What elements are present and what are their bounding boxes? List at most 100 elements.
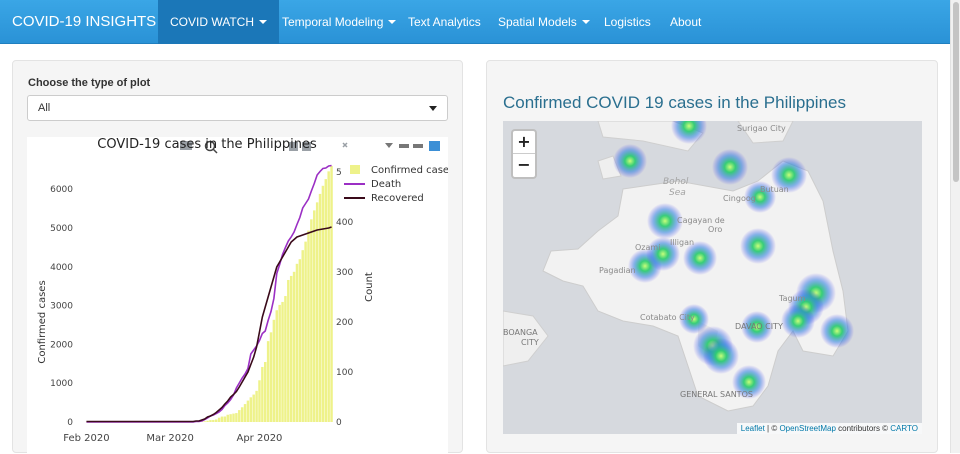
zoom-out-button[interactable]: − [513,154,535,177]
zoom-in-button[interactable]: + [513,131,535,154]
y-tick-label: 6000 [50,185,73,195]
confirmed-bar [322,186,324,422]
nav-about-label: About [670,15,701,29]
confirmed-bar [278,305,280,422]
hover-compare-icon[interactable] [413,144,423,148]
plot-panel: Choose the type of plot All COVID-19 cas… [12,60,463,453]
plot-type-label: Choose the type of plot [28,77,150,89]
y-tick-label: 0 [67,418,73,428]
y2-axis-label: Count [364,272,375,302]
y2-tick-label: 300 [336,268,353,278]
confirmed-bar [252,395,254,422]
autoscale-icon[interactable] [343,143,347,147]
confirmed-bar [212,420,214,422]
y-axis-label: Confirmed cases [37,280,48,363]
confirmed-bar [290,276,292,422]
confirmed-bar [293,272,295,422]
confirmed-bar [244,404,246,422]
confirmed-bar [261,367,263,422]
x-tick-label: Feb 2020 [63,433,109,444]
map-label-cagayan: Cagayan de [677,216,725,225]
plotly-logo-icon[interactable] [429,141,440,151]
confirmed-bar [241,407,243,422]
page-scrollbar[interactable] [950,0,960,453]
legend-swatch-confirmed [350,165,360,174]
nav-covid-watch[interactable]: COVID WATCH [158,0,279,44]
y-tick-label: 4000 [50,263,73,273]
confirmed-bar [276,310,278,422]
plot-type-select[interactable]: All [27,95,448,121]
nav-logistics[interactable]: Logistics [592,0,663,44]
map-label-bohol: Bohol [663,177,689,187]
y2-tick-label: 5 [336,168,342,178]
confirmed-bar [209,420,211,422]
nav-about[interactable]: About [658,0,713,44]
confirmed-bar [316,202,318,422]
y2-tick-label: 100 [336,368,353,378]
confirmed-bar [235,413,237,422]
confirmed-bar [325,179,327,422]
map-label-gensan: GENERAL SANTOS [680,390,753,399]
chart-legend: Confirmed cases Death Recovered [344,165,448,204]
confirmed-bar [296,264,298,422]
confirmed-bar [301,250,303,422]
osm-link[interactable]: OpenStreetMap [779,424,835,433]
leaflet-link[interactable]: Leaflet [741,424,765,433]
legend-death[interactable]: Death [371,179,401,190]
map-label-iligan: Illigan [670,238,694,247]
confirmed-bar [238,410,240,422]
confirmed-bar [258,380,260,422]
heatmap-map[interactable]: Surigao City Bohol Sea Butuan Cingoog Ca… [503,121,922,434]
confirmed-bar [206,421,208,422]
confirmed-bar [319,194,321,422]
confirmed-bar [287,280,289,422]
map-label-sea: Sea [669,188,686,198]
spike-lines-icon[interactable] [399,144,409,148]
cases-chart-svg: COVID-19 cases in the Philippines Confir… [27,137,448,454]
dropdown-caret-icon [429,106,437,111]
confirmed-bar [270,332,272,422]
confirmed-bar [327,171,329,422]
scrollbar-thumb[interactable] [953,2,959,182]
nav-temporal-modeling-label: Temporal Modeling [282,15,383,29]
map-label-cingoog: Cingoog [723,194,756,203]
confirmed-bar [218,418,220,422]
legend-recovered[interactable]: Recovered [371,193,424,204]
confirmed-bar [299,259,301,422]
confirmed-bar [330,166,332,422]
confirmed-bar [264,362,266,422]
confirmed-bar [229,414,231,422]
nav-covid-watch-label: COVID WATCH [170,15,254,29]
nav-logistics-label: Logistics [604,15,651,29]
x-tick-label: Apr 2020 [236,433,282,444]
caret-down-icon [259,20,267,24]
nav-temporal-modeling[interactable]: Temporal Modeling [270,0,408,44]
map-label-tagum: Tagum [778,294,806,303]
map-zoom-control: + − [511,129,537,179]
map-label-ozamiz: Ozami [635,243,660,252]
y-tick-label: 5000 [50,224,73,234]
map-svg: Surigao City Bohol Sea Butuan Cingoog Ca… [503,121,922,434]
confirmed-bar [250,397,252,422]
confirmed-bar [203,421,205,422]
confirmed-bar [255,391,257,422]
carto-link[interactable]: CARTO [890,424,918,433]
y-tick-label: 1000 [50,379,73,389]
attribution-middle: contributors © [836,424,890,433]
x-tick-label: Mar 2020 [146,433,194,444]
confirmed-bar [215,420,217,422]
legend-confirmed[interactable]: Confirmed cases [371,165,448,176]
app-brand[interactable]: COVID-19 INSIGHTS [12,13,156,30]
map-title: Confirmed COVID 19 cases in the Philippi… [503,93,846,113]
nav-spatial-models[interactable]: Spatial Models [486,0,602,44]
y-tick-label: 3000 [50,302,73,312]
confirmed-bar [304,242,306,422]
plot-type-value: All [38,102,50,114]
nav-text-analytics[interactable]: Text Analytics [396,0,493,44]
confirmed-bar [273,320,275,422]
map-label-pagadian: Pagadian [599,266,636,275]
reset-axes-icon[interactable] [385,143,393,148]
map-label-oro: Oro [708,225,722,234]
map-panel: Confirmed COVID 19 cases in the Philippi… [486,60,938,453]
top-navbar: COVID-19 INSIGHTS COVID WATCH Temporal M… [0,0,950,44]
